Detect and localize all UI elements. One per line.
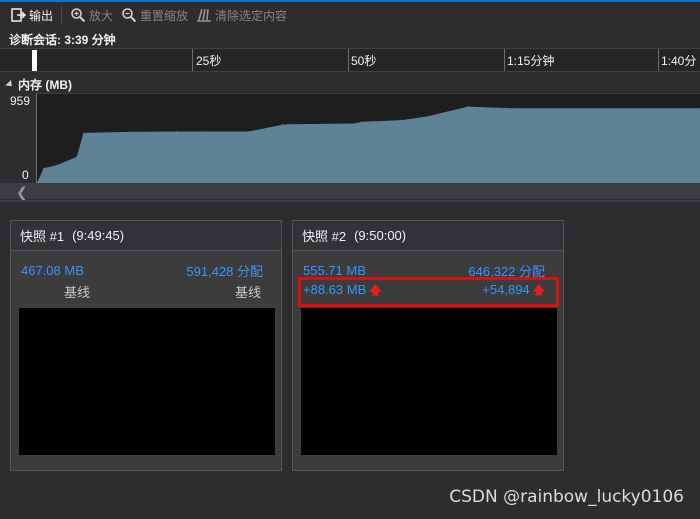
reset-zoom-icon [122,8,137,23]
timeline-tick-label: 1:15分钟 [507,54,555,68]
clear-selection-icon [197,8,212,22]
allocations-link[interactable]: 591,428 分配 [186,261,263,280]
memory-section-header[interactable]: 内存 (MB) [5,76,72,93]
timeline-tick [504,49,505,71]
scroll-left-icon[interactable]: ❮ [16,184,28,201]
watermark: CSDN @rainbow_lucky0106 [449,487,684,507]
collapse-triangle-icon [5,79,15,90]
snapshot-time: (9:50:00) [354,228,407,243]
memory-chart[interactable] [36,93,700,183]
y-axis-max-label: 959 [10,94,31,108]
y-axis-min-label: 0 [22,168,29,182]
memory-data-point [354,122,356,125]
export-icon [11,8,26,22]
snapshot-title: 快照 #1 [20,229,65,244]
timeline-tick-label: 25秒 [196,54,222,68]
toolbar-separator [61,6,63,24]
heap-size-link[interactable]: 555.71 MB [303,263,366,278]
session-duration: 诊断会话: 3:39 分钟 [9,33,116,47]
snapshot-title: 快照 #2 [302,229,347,244]
clear-selection-label: 清除选定内容 [215,8,288,23]
timeline-tick-label: 50秒 [351,54,377,68]
memory-data-point [82,132,84,134]
memory-data-point [401,119,403,121]
timeline-scrollbar[interactable]: ❮ [0,183,700,201]
snapshot-screenshot [19,308,275,455]
memory-data-point [43,167,45,169]
reset-zoom-label: 重置缩放 [140,8,189,23]
snapshot-baseline-row: 基线 基线 [21,282,263,300]
zoom-in-button[interactable]: 放大 [66,4,117,26]
clear-selection-button[interactable]: 清除选定内容 [192,4,291,26]
timeline-tick-label: 1:40分 [661,54,697,68]
heap-size-link[interactable]: 467.08 MB [21,263,84,278]
snapshot-header: 快照 #1 (9:49:45) [11,221,281,251]
alloc-baseline-label: 基线 [234,284,261,300]
snapshot-card[interactable]: 快照 #1 (9:49:45) 467.08 MB 591,428 分配 基线 … [10,220,282,471]
memory-data-point [513,107,515,109]
snapshot-stats-row: 467.08 MB 591,428 分配 [21,261,263,279]
export-button[interactable]: 输出 [6,4,57,26]
timeline-ruler[interactable]: 25秒 50秒 1:15分钟 1:40分 [0,48,700,72]
zoom-in-icon [71,8,86,23]
pane-divider[interactable] [0,200,700,202]
memory-data-point [467,106,469,108]
reset-zoom-button[interactable]: 重置缩放 [117,4,192,26]
snapshot-time: (9:49:45) [72,228,125,243]
memory-chart-svg [37,106,700,183]
timeline-slider-handle[interactable] [32,50,37,71]
annotation-highlight-box [298,277,559,307]
memory-usage-area [37,106,700,183]
toolbar: 输出 放大 重置缩放 清除选定内容 [0,2,700,28]
zoom-in-label: 放大 [89,8,114,23]
timeline-tick [192,49,193,71]
memory-data-point [76,156,78,158]
timeline-tick [348,49,349,71]
snapshot-card[interactable]: 快照 #2 (9:50:00) 555.71 MB 646,322 分配 +88… [292,220,564,471]
export-label: 输出 [29,8,54,23]
memory-data-point [288,123,290,125]
size-baseline-label: 基线 [64,284,91,300]
memory-data-point [202,130,204,133]
memory-data-point [89,132,91,134]
memory-data-point [175,130,177,133]
memory-data-point [281,124,283,126]
memory-data-point [361,121,363,123]
snapshot-screenshot [301,308,557,455]
snapshot-header: 快照 #2 (9:50:00) [293,221,563,251]
memory-data-point [129,131,131,133]
memory-data-point [248,130,250,133]
timeline-tick [658,49,659,71]
memory-data-point [427,115,429,117]
memory-data-point [56,164,58,166]
memory-title: 内存 (MB) [18,78,72,92]
